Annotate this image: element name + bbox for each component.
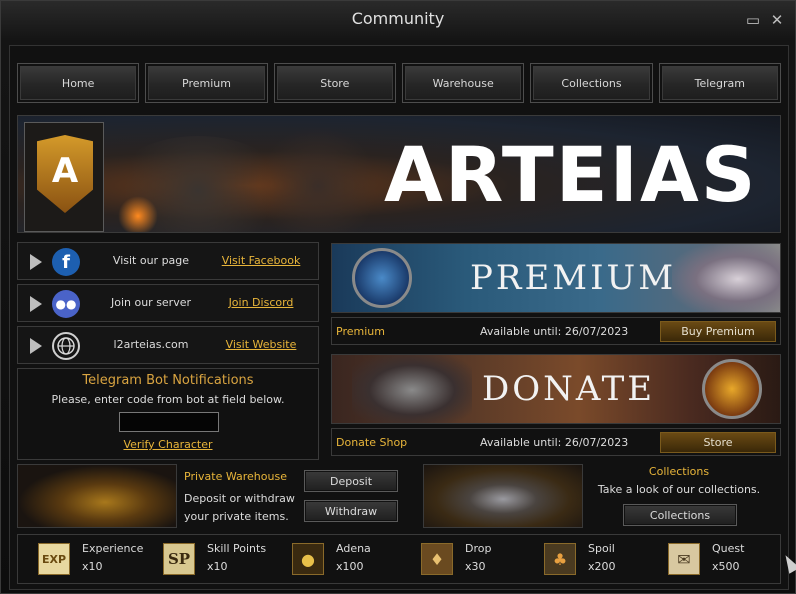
server-emblem: A [24,122,104,232]
experience-icon: EXP [38,543,70,575]
warehouse-panel: Private Warehouse Deposit or withdraw yo… [17,464,415,530]
hooded-figure [352,355,472,423]
facebook-icon: f [52,248,80,276]
rate-name: Experience [82,542,144,555]
globe-icon [52,332,80,360]
arrow-right-icon [30,338,42,354]
server-rates: EXP Experience x10 SP Skill Points x10 ●… [17,534,781,584]
rate-name: Spoil [588,542,615,555]
collections-panel: Collections Take a look of our collectio… [423,464,783,530]
social-website-label: l2arteias.com [113,338,189,351]
rate-experience: EXP Experience x10 [38,541,158,579]
warehouse-description: Deposit or withdraw your private items. [184,492,295,523]
title-bar[interactable]: Community ▭ ✕ [1,1,795,39]
join-discord-link[interactable]: Join Discord [218,296,304,309]
nav-collections-button[interactable]: Collections [530,63,653,103]
collections-title: Collections [648,465,710,478]
rate-value: x200 [588,560,616,573]
close-icon[interactable]: ✕ [767,11,787,29]
social-facebook-row: f Visit our page Visit Facebook [17,242,319,280]
donate-name: Donate Shop [336,436,408,449]
telegram-code-input[interactable] [119,412,219,432]
nav-telegram-button[interactable]: Telegram [658,63,781,103]
collections-description: Take a look of our collections. [597,483,761,496]
social-facebook-label: Visit our page [112,254,190,267]
withdraw-button[interactable]: Withdraw [304,500,398,522]
telegram-subtitle: Please, enter code from bot at field bel… [51,393,285,406]
premium-banner[interactable]: PREMIUM [331,243,781,313]
visit-website-link[interactable]: Visit Website [218,338,304,351]
rate-skill-points: SP Skill Points x10 [163,541,283,579]
nav-bar: Home Premium Store Warehouse Collections… [17,63,781,105]
telegram-panel: Telegram Bot Notifications Please, enter… [17,368,319,460]
rate-value: x30 [465,560,486,573]
donate-banner-text: DONATE [482,369,656,409]
buy-premium-button[interactable]: Buy Premium [660,321,776,342]
window-title: Community [351,9,445,28]
premium-available: Available until: 26/07/2023 [480,325,629,338]
scroll-icon [352,248,412,308]
rate-name: Quest [712,542,745,555]
warehouse-title: Private Warehouse [184,470,287,483]
arrow-right-icon [30,296,42,312]
chest-icon [702,359,762,419]
brand-logo-text: ARTEIAS [384,130,758,219]
verify-character-link[interactable]: Verify Character [18,438,318,451]
visit-facebook-link[interactable]: Visit Facebook [218,254,304,267]
rate-adena: ● Adena x100 [292,541,412,579]
rate-name: Adena [336,542,371,555]
donate-banner[interactable]: DONATE [331,354,781,424]
emblem-letter: A [51,151,79,191]
quest-icon: ✉ [668,543,700,575]
social-discord-label: Join our server [110,296,192,309]
rate-value: x10 [207,560,228,573]
skill-points-icon: SP [163,543,195,575]
store-button[interactable]: Store [660,432,776,453]
nav-store-button[interactable]: Store [273,63,396,103]
arrow-right-icon [30,254,42,270]
donate-available: Available until: 26/07/2023 [480,436,629,449]
collections-image [423,464,583,528]
rate-value: x100 [336,560,364,573]
rate-name: Skill Points [207,542,267,555]
rate-drop: ♦ Drop x30 [421,541,541,579]
social-discord-row: ●● Join our server Join Discord [17,284,319,322]
deposit-button[interactable]: Deposit [304,470,398,492]
community-window: Community ▭ ✕ Home Premium Store Warehou… [0,0,796,594]
rate-value: x500 [712,560,740,573]
drop-icon: ♦ [421,543,453,575]
minimize-icon[interactable]: ▭ [743,11,763,29]
social-website-row: l2arteias.com Visit Website [17,326,319,364]
rate-spoil: ♣ Spoil x200 [544,541,664,579]
nav-warehouse-button[interactable]: Warehouse [401,63,525,103]
elf-portrait [672,244,780,312]
collections-button[interactable]: Collections [623,504,737,526]
nav-premium-button[interactable]: Premium [145,63,268,103]
premium-banner-text: PREMIUM [470,258,677,298]
adena-icon: ● [292,543,324,575]
telegram-title: Telegram Bot Notifications [82,373,254,388]
premium-name: Premium [336,325,385,338]
rate-name: Drop [465,542,492,555]
warehouse-image [17,464,177,528]
spoil-icon: ♣ [544,543,576,575]
server-banner: A ARTEIAS [17,115,781,233]
rate-value: x10 [82,560,103,573]
discord-icon: ●● [52,290,80,318]
rate-quest: ✉ Quest x500 [668,541,788,579]
nav-home-button[interactable]: Home [17,63,140,103]
premium-row: Premium Available until: 26/07/2023 Buy … [331,317,781,345]
donate-row: Donate Shop Available until: 26/07/2023 … [331,428,781,456]
